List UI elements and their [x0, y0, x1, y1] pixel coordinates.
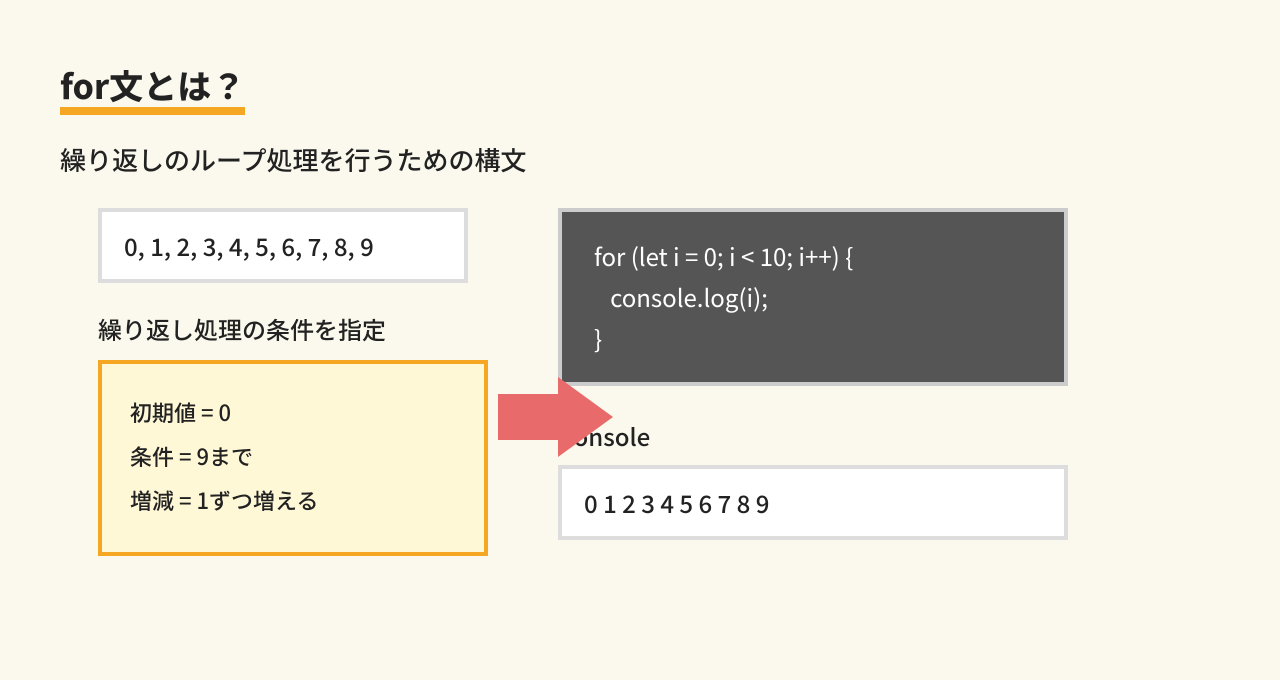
- code-line-2: console.log(i);: [594, 277, 1032, 318]
- code-line-1: for (let i = 0; i < 10; i++) {: [594, 236, 1032, 277]
- page-subtitle: 繰り返しのループ処理を行うための構文: [60, 141, 1220, 178]
- arrow-right-icon: [498, 372, 618, 467]
- code-line-3: }: [594, 318, 1032, 359]
- conditions-box: 初期値 = 0 条件 = 9まで 増減 = 1ずつ増える: [98, 360, 488, 556]
- condition-until: 条件 = 9まで: [130, 440, 456, 472]
- condition-initial: 初期値 = 0: [130, 396, 456, 428]
- numbers-box: 0, 1, 2, 3, 4, 5, 6, 7, 8, 9: [98, 208, 468, 283]
- left-column: 0, 1, 2, 3, 4, 5, 6, 7, 8, 9 繰り返し処理の条件を指…: [98, 208, 538, 556]
- condition-step: 増減 = 1ずつ増える: [130, 484, 456, 516]
- content-area: 0, 1, 2, 3, 4, 5, 6, 7, 8, 9 繰り返し処理の条件を指…: [60, 208, 1220, 556]
- right-column: for (let i = 0; i < 10; i++) { console.l…: [558, 208, 1088, 540]
- conditions-label: 繰り返し処理の条件を指定: [98, 311, 538, 346]
- console-label: Console: [558, 418, 1088, 453]
- page-title: for文とは？: [60, 60, 245, 111]
- code-box: for (let i = 0; i < 10; i++) { console.l…: [558, 208, 1068, 386]
- console-output-box: 0 1 2 3 4 5 6 7 8 9: [558, 465, 1068, 540]
